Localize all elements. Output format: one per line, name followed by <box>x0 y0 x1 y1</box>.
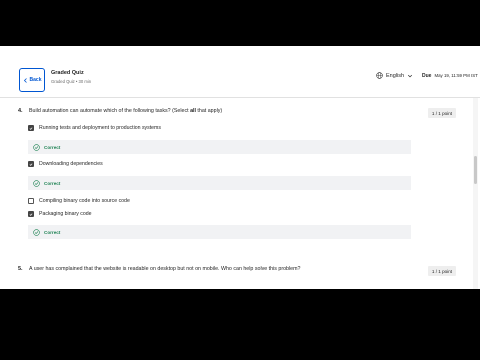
answer-option[interactable]: Running tests and deployment to producti… <box>28 125 161 131</box>
check-icon <box>29 126 33 130</box>
chevron-down-icon <box>407 74 413 77</box>
scrollbar-thumb[interactable] <box>474 156 477 184</box>
checkbox-unchecked[interactable] <box>28 198 34 204</box>
back-button-label: Back <box>29 77 42 83</box>
question-text-part: that apply) <box>195 108 223 114</box>
points-badge: 1 / 1 point <box>428 266 456 276</box>
question-text-part: Build automation can automate which of t… <box>29 108 191 114</box>
quiz-title: Graded Quiz <box>51 70 84 76</box>
back-button[interactable]: Back <box>19 68 45 92</box>
answer-option-label: Packaging binary code <box>39 211 92 217</box>
scrollbar[interactable] <box>473 98 478 289</box>
question-text: Build automation can automate which of t… <box>29 108 222 114</box>
check-icon <box>29 212 33 216</box>
due-date-value: May 19, 11:59 PM IST <box>434 73 478 78</box>
points-badge: 1 / 1 point <box>428 108 456 118</box>
feedback-label: Correct <box>44 180 61 186</box>
question-number: 4. <box>18 108 23 114</box>
feedback-label: Correct <box>44 229 61 235</box>
check-circle-icon <box>33 179 40 187</box>
quiz-page: Back Graded Quiz Graded Quiz • 30 min En… <box>0 46 480 289</box>
checkbox-checked[interactable] <box>28 161 34 167</box>
feedback-correct: Correct <box>28 225 411 239</box>
quiz-subtitle: Graded Quiz • 30 min <box>51 79 92 84</box>
globe-icon <box>376 72 383 79</box>
header-divider <box>0 97 480 98</box>
question-number: 5. <box>18 266 23 272</box>
feedback-correct: Correct <box>28 176 411 190</box>
language-label: English <box>386 72 405 79</box>
answer-option[interactable]: Downloading dependencies <box>28 161 103 167</box>
check-icon <box>29 162 33 166</box>
feedback-label: Correct <box>44 144 61 150</box>
arrow-left-icon <box>23 77 27 83</box>
checkbox-checked[interactable] <box>28 211 34 217</box>
answer-option-label: Compiling binary code into source code <box>39 198 130 204</box>
check-circle-icon <box>33 143 40 151</box>
answer-option-label: Running tests and deployment to producti… <box>39 125 161 131</box>
due-label: Due <box>422 73 432 79</box>
checkbox-checked[interactable] <box>28 125 34 131</box>
feedback-correct: Correct <box>28 140 411 154</box>
answer-option-label: Downloading dependencies <box>39 161 103 167</box>
language-selector[interactable]: English <box>376 72 413 79</box>
quiz-header: Back Graded Quiz Graded Quiz • 30 min En… <box>0 68 480 92</box>
answer-option[interactable]: Compiling binary code into source code <box>28 198 130 204</box>
due-date: Due May 19, 11:59 PM IST <box>422 73 478 79</box>
answer-option[interactable]: Packaging binary code <box>28 211 92 217</box>
check-circle-icon <box>33 228 40 236</box>
question-text: A user has complained that the website i… <box>29 266 301 272</box>
